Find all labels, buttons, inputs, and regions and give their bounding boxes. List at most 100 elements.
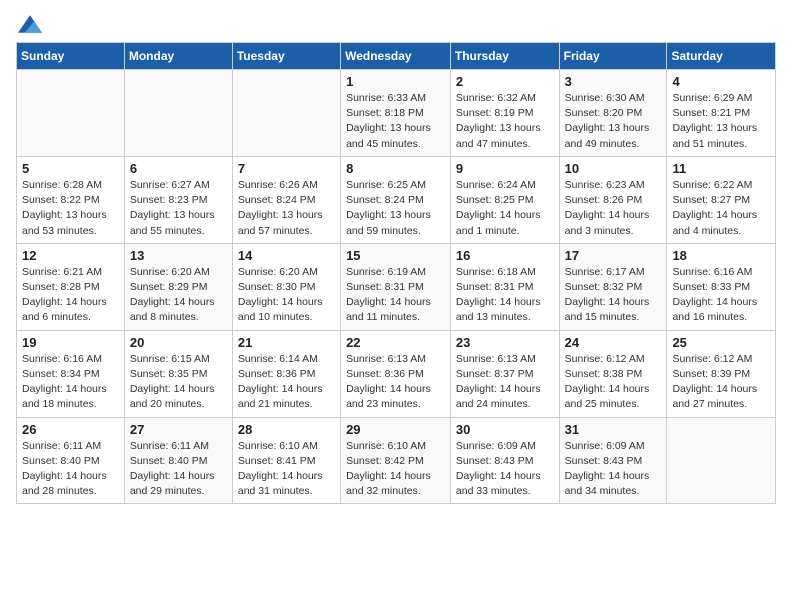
day-info: Sunrise: 6:21 AMSunset: 8:28 PMDaylight:…: [22, 265, 119, 326]
calendar-cell: 26 Sunrise: 6:11 AMSunset: 8:40 PMDayligh…: [17, 417, 125, 504]
day-number: 7: [238, 161, 335, 176]
day-info: Sunrise: 6:23 AMSunset: 8:26 PMDaylight:…: [565, 178, 662, 239]
calendar-cell: 14 Sunrise: 6:20 AMSunset: 8:30 PMDayligh…: [232, 243, 340, 330]
day-number: 24: [565, 335, 662, 350]
calendar-cell: 30 Sunrise: 6:09 AMSunset: 8:43 PMDayligh…: [450, 417, 559, 504]
calendar-week-3: 12 Sunrise: 6:21 AMSunset: 8:28 PMDayligh…: [17, 243, 776, 330]
calendar-week-2: 5Sunrise: 6:28 AMSunset: 8:22 PMDaylight…: [17, 156, 776, 243]
calendar-cell: 23 Sunrise: 6:13 AMSunset: 8:37 PMDayligh…: [450, 330, 559, 417]
calendar-cell: 4 Sunrise: 6:29 AMSunset: 8:21 PMDaylight…: [667, 70, 776, 157]
day-number: 25: [672, 335, 770, 350]
logo-icon: [18, 14, 42, 34]
calendar-cell: 13 Sunrise: 6:20 AMSunset: 8:29 PMDayligh…: [124, 243, 232, 330]
calendar-cell: [124, 70, 232, 157]
calendar-cell: 6 Sunrise: 6:27 AMSunset: 8:23 PMDaylight…: [124, 156, 232, 243]
day-info: Sunrise: 6:30 AMSunset: 8:20 PMDaylight:…: [565, 91, 662, 152]
day-number: 10: [565, 161, 662, 176]
calendar-week-4: 19 Sunrise: 6:16 AMSunset: 8:34 PMDayligh…: [17, 330, 776, 417]
day-number: 3: [565, 74, 662, 89]
day-info: Sunrise: 6:16 AMSunset: 8:33 PMDaylight:…: [672, 265, 770, 326]
calendar-cell: 28 Sunrise: 6:10 AMSunset: 8:41 PMDayligh…: [232, 417, 340, 504]
day-info: Sunrise: 6:12 AMSunset: 8:38 PMDaylight:…: [565, 352, 662, 413]
day-info: Sunrise: 6:24 AMSunset: 8:25 PMDaylight:…: [456, 178, 554, 239]
day-info: Sunrise: 6:10 AMSunset: 8:41 PMDaylight:…: [238, 439, 335, 500]
calendar-cell: 29 Sunrise: 6:10 AMSunset: 8:42 PMDayligh…: [341, 417, 451, 504]
day-number: 13: [130, 248, 227, 263]
day-info: Sunrise: 6:11 AMSunset: 8:40 PMDaylight:…: [22, 439, 119, 500]
page-header: [16, 16, 776, 30]
calendar-cell: 5Sunrise: 6:28 AMSunset: 8:22 PMDaylight…: [17, 156, 125, 243]
day-info: Sunrise: 6:13 AMSunset: 8:36 PMDaylight:…: [346, 352, 445, 413]
calendar-cell: 12 Sunrise: 6:21 AMSunset: 8:28 PMDayligh…: [17, 243, 125, 330]
day-info: Sunrise: 6:17 AMSunset: 8:32 PMDaylight:…: [565, 265, 662, 326]
calendar-cell: 22Sunrise: 6:13 AMSunset: 8:36 PMDayligh…: [341, 330, 451, 417]
day-info: Sunrise: 6:25 AMSunset: 8:24 PMDaylight:…: [346, 178, 445, 239]
day-info: Sunrise: 6:22 AMSunset: 8:27 PMDaylight:…: [672, 178, 770, 239]
day-info: Sunrise: 6:13 AMSunset: 8:37 PMDaylight:…: [456, 352, 554, 413]
calendar-cell: 20Sunrise: 6:15 AMSunset: 8:35 PMDayligh…: [124, 330, 232, 417]
calendar-cell: 17 Sunrise: 6:17 AMSunset: 8:32 PMDayligh…: [559, 243, 667, 330]
calendar-cell: 2 Sunrise: 6:32 AMSunset: 8:19 PMDaylight…: [450, 70, 559, 157]
day-number: 14: [238, 248, 335, 263]
day-info: Sunrise: 6:09 AMSunset: 8:43 PMDaylight:…: [565, 439, 662, 500]
day-info: Sunrise: 6:11 AMSunset: 8:40 PMDaylight:…: [130, 439, 227, 500]
calendar-cell: 19 Sunrise: 6:16 AMSunset: 8:34 PMDayligh…: [17, 330, 125, 417]
calendar-week-1: 1 Sunrise: 6:33 AMSunset: 8:18 PMDaylight…: [17, 70, 776, 157]
day-number: 16: [456, 248, 554, 263]
day-number: 23: [456, 335, 554, 350]
day-info: Sunrise: 6:10 AMSunset: 8:42 PMDaylight:…: [346, 439, 445, 500]
day-number: 2: [456, 74, 554, 89]
calendar-cell: 1 Sunrise: 6:33 AMSunset: 8:18 PMDaylight…: [341, 70, 451, 157]
day-number: 1: [346, 74, 445, 89]
day-info: Sunrise: 6:29 AMSunset: 8:21 PMDaylight:…: [672, 91, 770, 152]
day-number: 12: [22, 248, 119, 263]
calendar-cell: [17, 70, 125, 157]
calendar-header-row: SundayMondayTuesdayWednesdayThursdayFrid…: [17, 43, 776, 70]
day-info: Sunrise: 6:28 AMSunset: 8:22 PMDaylight:…: [22, 178, 119, 239]
day-number: 19: [22, 335, 119, 350]
weekday-header-friday: Friday: [559, 43, 667, 70]
day-number: 8: [346, 161, 445, 176]
day-number: 20: [130, 335, 227, 350]
day-info: Sunrise: 6:16 AMSunset: 8:34 PMDaylight:…: [22, 352, 119, 413]
calendar-cell: [667, 417, 776, 504]
day-number: 28: [238, 422, 335, 437]
day-info: Sunrise: 6:09 AMSunset: 8:43 PMDaylight:…: [456, 439, 554, 500]
day-number: 31: [565, 422, 662, 437]
weekday-header-monday: Monday: [124, 43, 232, 70]
day-number: 4: [672, 74, 770, 89]
day-info: Sunrise: 6:27 AMSunset: 8:23 PMDaylight:…: [130, 178, 227, 239]
day-info: Sunrise: 6:32 AMSunset: 8:19 PMDaylight:…: [456, 91, 554, 152]
day-number: 11: [672, 161, 770, 176]
day-number: 15: [346, 248, 445, 263]
day-info: Sunrise: 6:12 AMSunset: 8:39 PMDaylight:…: [672, 352, 770, 413]
weekday-header-thursday: Thursday: [450, 43, 559, 70]
day-info: Sunrise: 6:33 AMSunset: 8:18 PMDaylight:…: [346, 91, 445, 152]
calendar-cell: 10 Sunrise: 6:23 AMSunset: 8:26 PMDayligh…: [559, 156, 667, 243]
day-number: 6: [130, 161, 227, 176]
day-number: 21: [238, 335, 335, 350]
day-info: Sunrise: 6:14 AMSunset: 8:36 PMDaylight:…: [238, 352, 335, 413]
calendar-cell: 31 Sunrise: 6:09 AMSunset: 8:43 PMDayligh…: [559, 417, 667, 504]
day-info: Sunrise: 6:26 AMSunset: 8:24 PMDaylight:…: [238, 178, 335, 239]
calendar-cell: 3 Sunrise: 6:30 AMSunset: 8:20 PMDaylight…: [559, 70, 667, 157]
calendar-table: SundayMondayTuesdayWednesdayThursdayFrid…: [16, 42, 776, 504]
weekday-header-wednesday: Wednesday: [341, 43, 451, 70]
day-number: 17: [565, 248, 662, 263]
day-number: 26: [22, 422, 119, 437]
weekday-header-sunday: Sunday: [17, 43, 125, 70]
day-info: Sunrise: 6:19 AMSunset: 8:31 PMDaylight:…: [346, 265, 445, 326]
weekday-header-tuesday: Tuesday: [232, 43, 340, 70]
day-number: 29: [346, 422, 445, 437]
calendar-cell: [232, 70, 340, 157]
weekday-header-saturday: Saturday: [667, 43, 776, 70]
calendar-cell: 24 Sunrise: 6:12 AMSunset: 8:38 PMDayligh…: [559, 330, 667, 417]
calendar-cell: 25 Sunrise: 6:12 AMSunset: 8:39 PMDayligh…: [667, 330, 776, 417]
day-number: 27: [130, 422, 227, 437]
day-info: Sunrise: 6:20 AMSunset: 8:29 PMDaylight:…: [130, 265, 227, 326]
day-info: Sunrise: 6:20 AMSunset: 8:30 PMDaylight:…: [238, 265, 335, 326]
calendar-cell: 7 Sunrise: 6:26 AMSunset: 8:24 PMDaylight…: [232, 156, 340, 243]
calendar-cell: 9Sunrise: 6:24 AMSunset: 8:25 PMDaylight…: [450, 156, 559, 243]
logo: [16, 16, 42, 30]
day-number: 30: [456, 422, 554, 437]
